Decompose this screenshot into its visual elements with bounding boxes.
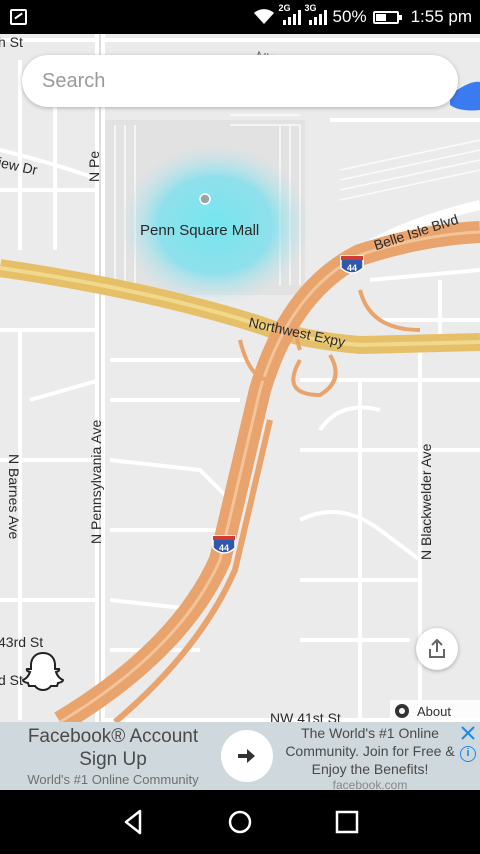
gallery-notification-icon	[10, 9, 27, 25]
map-label-n-pennsylvania-ave: N Pennsylvania Ave	[88, 419, 104, 544]
snapchat-ghost-icon[interactable]	[20, 648, 66, 694]
ad-cta-button[interactable]	[221, 730, 273, 782]
i44-shield-south-label: 44	[219, 543, 229, 553]
ad-subtitle: World's #1 Online Community	[27, 772, 199, 787]
map-label-n-barnes-ave: N Barnes Ave	[6, 454, 22, 540]
ad-title-line1: Facebook® Account	[27, 726, 199, 747]
map-label-penn-square-mall[interactable]: Penn Square Mall	[140, 222, 259, 239]
ad-title-line2: Sign Up	[79, 749, 147, 770]
i44-shield-north-label: 44	[347, 263, 357, 273]
i44-shield-south: 44	[212, 535, 236, 554]
ad-body-line1: The World's #1 Online	[301, 725, 439, 741]
share-icon	[429, 638, 445, 658]
map-info-icon	[395, 704, 409, 718]
ad-body-line2: Community. Join for Free &	[285, 743, 455, 759]
ad-banner[interactable]: Facebook® Account Sign Up World's #1 Onl…	[0, 722, 480, 793]
system-nav-bar	[0, 790, 480, 854]
arrow-right-icon	[238, 749, 255, 763]
ad-body-line3: Enjoy the Benefits!	[311, 761, 429, 777]
about-label: About	[417, 703, 451, 719]
clock: 1:55 pm	[410, 7, 472, 26]
share-button[interactable]	[416, 628, 458, 670]
battery-icon	[372, 10, 402, 24]
home-icon[interactable]	[224, 806, 256, 838]
ad-info-icon[interactable]: i	[460, 746, 476, 762]
status-bar: 2G 3G 50% 1:55 pm	[0, 0, 480, 34]
network-2g-label: 2G	[278, 3, 291, 13]
signal-3g-icon: 3G	[305, 3, 327, 25]
recents-icon[interactable]	[331, 806, 363, 838]
ad-right-panel[interactable]: The World's #1 Online Community. Join fo…	[280, 724, 460, 793]
place-marker	[199, 193, 211, 205]
map-view[interactable]: 44 44 h St NW 50th St iew Dr N Pe Penn S…	[0, 34, 480, 722]
search-bar[interactable]	[22, 55, 458, 107]
wifi-icon	[253, 9, 274, 24]
back-icon[interactable]	[118, 806, 150, 838]
search-input[interactable]	[42, 69, 422, 93]
about-button[interactable]: About	[390, 700, 480, 722]
map-label-n-blackwelder-ave: N Blackwelder Ave	[418, 443, 434, 560]
battery-percent: 50%	[332, 7, 367, 26]
signal-2g-icon: 2G	[279, 3, 301, 25]
ad-left-panel[interactable]: Facebook® Account Sign Up World's #1 Onl…	[0, 722, 226, 790]
network-3g-label: 3G	[304, 3, 317, 13]
i44-shield-north: 44	[340, 255, 364, 274]
map-label-h-st: h St	[0, 34, 23, 50]
map-label-n-pe: N Pe	[86, 150, 102, 182]
ad-close-icon[interactable]	[460, 725, 476, 741]
map-canvas[interactable]: 44 44	[0, 34, 480, 722]
map-label-nw-41st-st: NW 41st St	[270, 710, 341, 722]
